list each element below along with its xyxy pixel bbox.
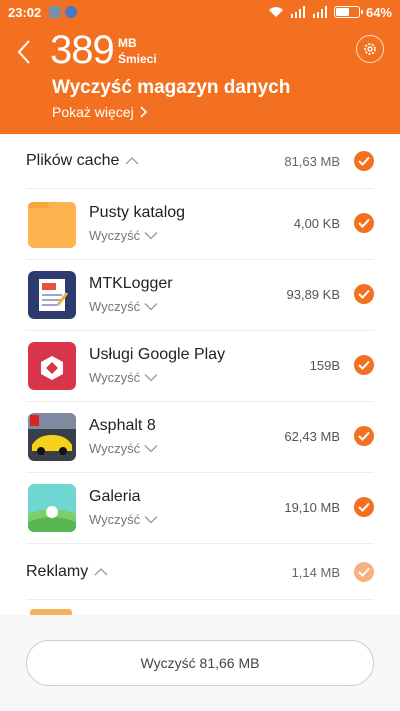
item-name: Usługi Google Play [89,346,226,363]
chevron-down-icon [144,303,158,311]
chevron-right-icon [140,106,147,118]
item-action[interactable]: Wyczyść [89,228,158,243]
item-name: Galeria [89,488,141,505]
item-action[interactable]: Wyczyść [89,441,158,456]
item-action-label: Wyczyść [89,441,141,456]
signal-icon [290,6,305,18]
list-item[interactable]: Galeria Wyczyść 19,10 MB [26,473,374,543]
item-name: Pusty katalog [89,204,186,221]
page-title: Wyczyść magazyn danych [52,77,291,98]
section-label: Plików cache [26,152,120,169]
status-time: 23:02 [8,4,42,20]
item-checkbox[interactable] [354,284,374,304]
check-icon [358,289,370,299]
item-size: 93,89 KB [286,287,341,302]
item-checkbox[interactable] [354,426,374,446]
show-more-link[interactable]: Pokaż więcej [52,104,148,120]
settings-button[interactable] [356,35,384,63]
item-checkbox[interactable] [354,355,374,375]
divider [26,543,374,544]
item-size: 159B [309,358,340,373]
check-icon [358,502,370,512]
show-more-label: Pokaż więcej [52,104,134,120]
check-icon [358,360,370,370]
section-size: 81,63 MB [284,153,340,169]
asphalt-8-icon [28,413,76,461]
folder-icon [28,200,76,248]
section-checkbox[interactable] [354,562,374,582]
junk-label: Śmieci [118,52,157,66]
back-icon[interactable] [14,38,36,66]
item-action-label: Wyczyść [89,512,141,527]
item-size: 4,00 KB [293,216,340,231]
item-size: 62,43 MB [284,429,340,444]
item-name: Asphalt 8 [89,417,156,434]
section-header-cache[interactable]: Plików cache 81,63 MB [26,141,374,181]
wifi-icon [268,7,283,17]
battery-icon [333,6,363,18]
clean-button[interactable]: Wyczyść 81,66 MB [26,640,374,686]
gallery-icon [28,484,76,532]
header: 23:02 64% 389 MB Śmieci Wyczyść magazyn … [0,0,400,134]
divider [26,599,374,600]
list-item[interactable]: MTKLogger Wyczyść 93,89 KB [26,260,374,330]
status-bar: 23:02 64% [0,0,400,24]
list-item[interactable]: Usługi Google Play Wyczyść 159B [26,331,374,401]
battery-percent: 64% [365,4,392,20]
check-icon [358,567,370,577]
item-action-label: Wyczyść [89,228,141,243]
cache-list: Plików cache 81,63 MB Pusty katalog Wycz… [0,134,400,634]
chevron-down-icon [144,232,158,240]
check-icon [358,218,370,228]
item-action-label: Wyczyść [89,299,141,314]
chevron-down-icon [144,516,158,524]
item-action[interactable]: Wyczyść [89,512,158,527]
chevron-up-icon [94,568,108,576]
signal-icon [312,6,327,18]
bottom-bar: Wyczyść 81,66 MB [0,615,400,711]
gear-icon [364,43,376,55]
item-action-label: Wyczyść [89,370,141,385]
chevron-down-icon [144,445,158,453]
list-item[interactable]: Asphalt 8 Wyczyść 62,43 MB [26,402,374,472]
chevron-down-icon [144,374,158,382]
check-icon [358,431,370,441]
item-action[interactable]: Wyczyść [89,370,158,385]
junk-amount: 389 [50,28,115,72]
item-size: 19,10 MB [284,500,340,515]
item-action[interactable]: Wyczyść [89,299,158,314]
item-checkbox[interactable] [354,213,374,233]
list-item[interactable]: Pusty katalog Wyczyść 4,00 KB [26,189,374,259]
item-name: MTKLogger [89,275,173,292]
section-label: Reklamy [26,563,89,580]
junk-unit: MB [118,36,137,50]
notification-icon [65,6,78,18]
mtklogger-icon [28,271,76,319]
section-header-ads[interactable]: Reklamy 1,14 MB [26,552,374,592]
section-checkbox[interactable] [354,151,374,171]
notification-icon [49,6,62,18]
item-checkbox[interactable] [354,497,374,517]
check-icon [358,156,370,166]
google-play-services-icon [28,342,76,390]
chevron-up-icon [125,157,139,165]
section-size: 1,14 MB [291,564,340,580]
